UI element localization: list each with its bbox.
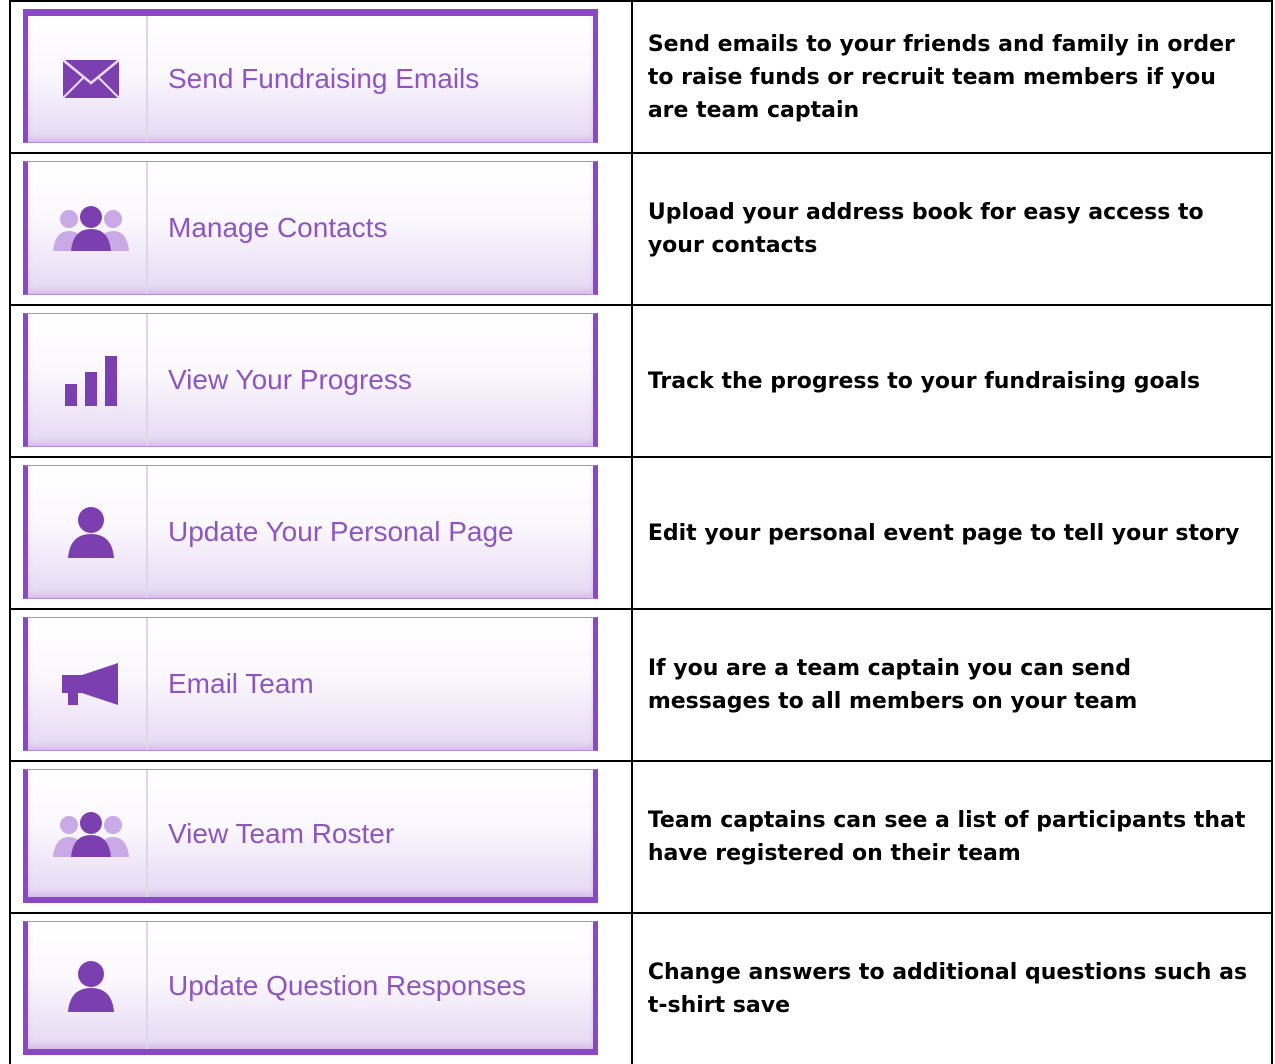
- feature-table: Send Fundraising Emails Send emails to y…: [9, 0, 1274, 1064]
- table-row: View Your Progress Track the progress to…: [9, 304, 1274, 458]
- button-label: Update Your Personal Page: [168, 516, 514, 547]
- view-team-roster-button[interactable]: View Team Roster: [23, 769, 598, 903]
- button-label: Send Fundraising Emails: [168, 63, 480, 94]
- button-label: Email Team: [168, 668, 314, 699]
- table-row: Manage Contacts Upload your address book…: [9, 152, 1274, 306]
- envelope-icon: [36, 16, 148, 142]
- send-fundraising-emails-button[interactable]: Send Fundraising Emails: [23, 9, 598, 143]
- table-row: Email Team If you are a team captain you…: [9, 608, 1274, 762]
- person-icon: [36, 922, 148, 1049]
- button-label: Update Question Responses: [168, 969, 526, 1001]
- megaphone-icon: [36, 618, 148, 750]
- bar-chart-icon: [36, 314, 148, 446]
- update-question-responses-button[interactable]: Update Question Responses: [23, 921, 598, 1055]
- button-label: View Your Progress: [168, 364, 412, 395]
- description-text: Team captains can see a list of particip…: [647, 808, 1246, 866]
- view-your-progress-button[interactable]: View Your Progress: [23, 313, 598, 447]
- contacts-icon: [36, 770, 148, 897]
- table-row: Send Fundraising Emails Send emails to y…: [9, 0, 1274, 154]
- description-text: Edit your personal event page to tell yo…: [647, 520, 1240, 546]
- button-label: Manage Contacts: [168, 212, 388, 243]
- update-your-personal-page-button[interactable]: Update Your Personal Page: [23, 465, 598, 599]
- description-text: Send emails to your friends and family i…: [647, 31, 1235, 123]
- description-text: Change answers to additional questions s…: [647, 960, 1248, 1018]
- manage-contacts-button[interactable]: Manage Contacts: [23, 161, 598, 295]
- email-team-button[interactable]: Email Team: [23, 617, 598, 751]
- table-row: Update Your Personal Page Edit your pers…: [9, 456, 1274, 610]
- description-text: Upload your address book for easy access…: [647, 200, 1204, 258]
- contacts-icon: [36, 162, 148, 294]
- table-row: Update Question Responses Change answers…: [9, 912, 1274, 1064]
- button-label: View Team Roster: [168, 817, 395, 849]
- table-row: View Team Roster Team captains can see a…: [9, 760, 1274, 914]
- description-text: Track the progress to your fundraising g…: [647, 368, 1201, 394]
- description-text: If you are a team captain you can send m…: [647, 656, 1138, 714]
- person-icon: [36, 466, 148, 598]
